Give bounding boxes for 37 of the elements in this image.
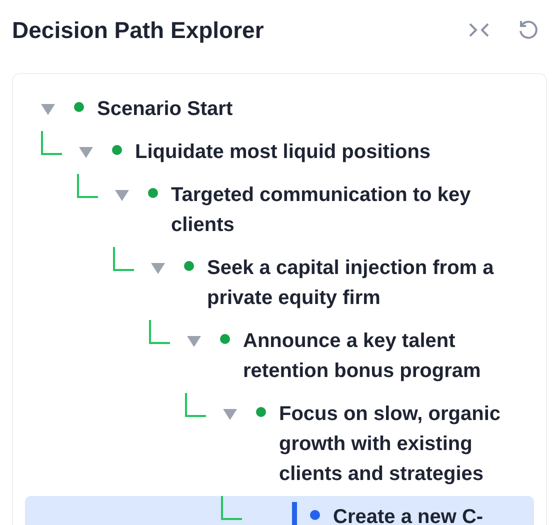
expanded-caret-icon[interactable] (115, 189, 129, 201)
connector-line (185, 393, 206, 417)
node-label: Targeted communication to key clients (171, 183, 472, 238)
selection-bar (292, 502, 297, 525)
connector-line (77, 174, 98, 198)
node-label: Liquidate most liquid positions (135, 140, 431, 165)
status-dot (148, 188, 158, 198)
node-label: Announce a key talent retention bonus program (243, 329, 482, 384)
reset-icon[interactable] (517, 19, 539, 41)
status-dot (220, 334, 230, 344)
expanded-caret-icon[interactable] (187, 335, 201, 347)
node-label: Create a new C- (333, 505, 484, 525)
node-label: Scenario Start (97, 97, 233, 122)
connector-line (149, 320, 170, 344)
tree-node[interactable]: Seek a capital injection from a private equity firm (25, 247, 534, 320)
expanded-caret-icon[interactable] (223, 408, 237, 420)
node-label: Focus on slow, organic growth with existing clients and strategies (279, 402, 502, 487)
status-dot (112, 145, 122, 155)
tree-node[interactable]: Targeted communication to key clients (25, 174, 534, 247)
tree-node[interactable]: Liquidate most liquid positions (25, 131, 534, 174)
status-dot (184, 261, 194, 271)
tree-node[interactable]: Scenario Start (25, 88, 534, 131)
expanded-caret-icon[interactable] (41, 103, 55, 115)
connector-line (221, 496, 242, 520)
connector-line (41, 131, 62, 155)
tree-node[interactable]: Create a new C- (25, 496, 534, 525)
node-label: Seek a capital injection from a private equity firm (207, 256, 495, 311)
tree-node[interactable]: Announce a key talent retention bonus program (25, 320, 534, 393)
expanded-caret-icon[interactable] (79, 146, 93, 158)
connector-line (113, 247, 134, 271)
panel-title: Decision Path Explorer (12, 16, 264, 44)
tree-node[interactable]: Focus on slow, organic growth with existing clients and strategies (25, 393, 534, 496)
expanded-caret-icon[interactable] (151, 262, 165, 274)
status-dot (74, 102, 84, 112)
collapse-icon[interactable] (468, 22, 490, 38)
status-dot (256, 407, 266, 417)
status-dot (310, 510, 320, 520)
